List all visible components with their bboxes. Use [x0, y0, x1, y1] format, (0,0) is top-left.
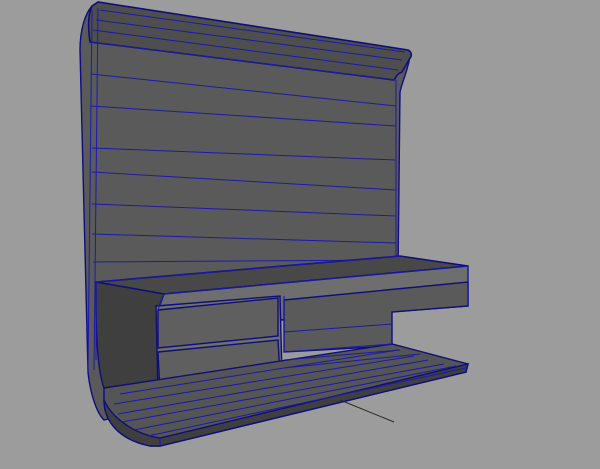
desk-side-left[interactable] [95, 281, 165, 395]
drawer-top[interactable] [0, 0, 1, 1]
viewport-canvas[interactable] [0, 0, 600, 469]
3d-viewport[interactable] [0, 0, 600, 469]
pivot-line[interactable] [339, 399, 395, 423]
